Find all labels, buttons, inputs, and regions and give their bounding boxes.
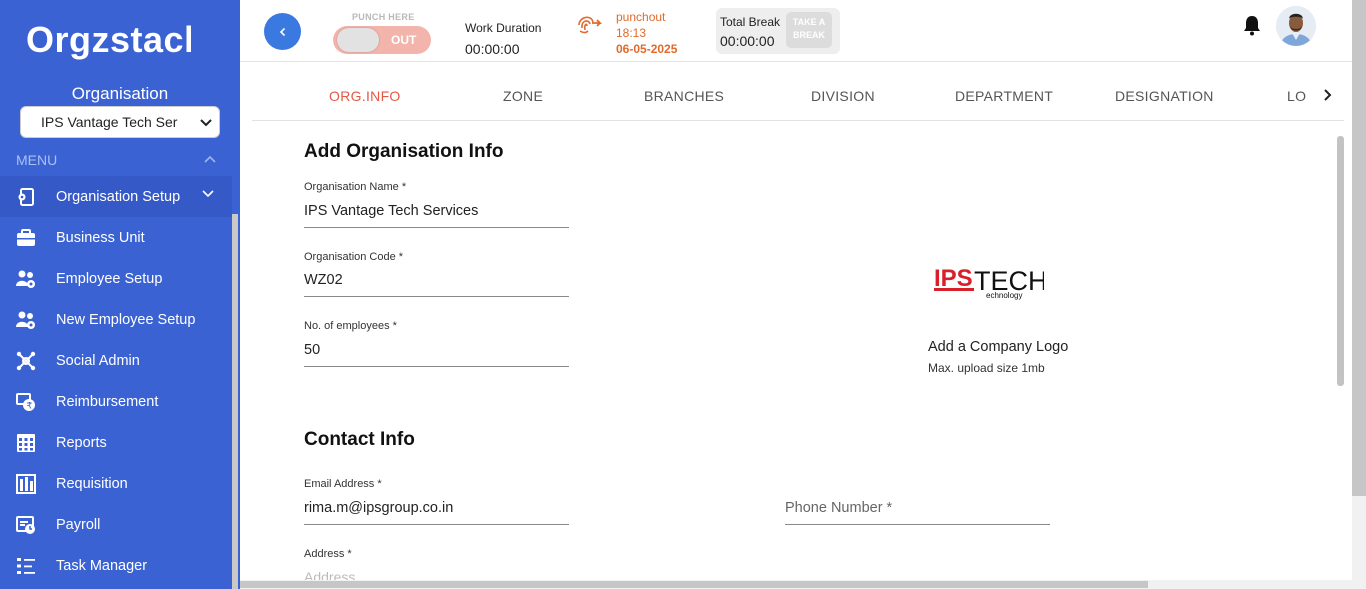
sidebar-item-label: New Employee Setup <box>56 311 196 328</box>
organisation-label: Organisation <box>71 84 169 103</box>
logo-underline <box>934 288 974 291</box>
tab-designation[interactable]: DESIGNATION <box>1115 88 1214 104</box>
chevron-down-icon <box>200 119 212 127</box>
sidebar: Orgzstack Organisation IPS Vantage Tech … <box>0 0 240 589</box>
content-scrollbar[interactable] <box>1337 136 1344 386</box>
sidebar-item-label: Reimbursement <box>56 393 159 410</box>
svg-text:₹: ₹ <box>27 402 33 412</box>
social-icon <box>16 351 36 371</box>
sidebar-item-label: Employee Setup <box>56 270 163 287</box>
sidebar-item-social-admin[interactable]: Social Admin <box>0 340 232 381</box>
sidebar-item-label: Requisition <box>56 475 128 492</box>
punch-toggle[interactable]: OUT <box>333 26 431 54</box>
menu-header-label: MENU <box>16 152 58 168</box>
punch-here-label: PUNCH HERE <box>352 12 415 22</box>
chevron-down-icon <box>202 190 214 198</box>
sidebar-item-reports[interactable]: Reports <box>0 422 232 463</box>
organisation-select-value: IPS Vantage Tech Ser <box>41 114 178 130</box>
sidebar-item-label: Reports <box>56 434 107 451</box>
user-avatar-icon <box>1276 6 1316 46</box>
email-label: Email Address * <box>304 478 382 490</box>
tab-org-info[interactable]: ORG.INFO <box>329 88 401 104</box>
app-logo[interactable]: Orgzstack <box>26 18 205 72</box>
users-gear-icon <box>16 311 35 329</box>
tab-branches[interactable]: BRANCHES <box>644 88 724 104</box>
sidebar-item-label: Social Admin <box>56 352 140 369</box>
briefcase-icon <box>17 229 35 246</box>
fingerprint-icon <box>578 16 602 34</box>
org-setup-icon <box>18 188 34 206</box>
sidebar-item-organisation-setup[interactable]: Organisation Setup <box>0 176 232 217</box>
sidebar-item-requisition[interactable]: Requisition <box>0 463 232 504</box>
page-scrollbar-thumb[interactable] <box>1352 0 1366 496</box>
sidebar-item-payroll[interactable]: Payroll <box>0 504 232 545</box>
total-break-panel: Total Break 00:00:00 TAKE A BREAK <box>716 8 840 54</box>
org-name-label: Organisation Name * <box>304 181 407 193</box>
punch-toggle-text: OUT <box>391 33 417 47</box>
org-name-field[interactable]: IPS Vantage Tech Services <box>304 203 569 228</box>
email-field[interactable]: rima.m@ipsgroup.co.in <box>304 500 569 525</box>
bell-icon[interactable] <box>1242 14 1262 36</box>
chevron-right-icon[interactable] <box>1318 86 1336 104</box>
employees-field[interactable]: 50 <box>304 342 569 367</box>
sidebar-item-label: Payroll <box>56 516 101 533</box>
logo-text: Orgzstack <box>26 19 191 60</box>
users-gear-icon <box>16 270 35 288</box>
address-label: Address * <box>304 548 352 560</box>
tab-zone[interactable]: ZONE <box>503 88 543 104</box>
sidebar-item-business-unit[interactable]: Business Unit <box>0 217 232 258</box>
reimbursement-icon: ₹ <box>16 393 35 412</box>
employees-label: No. of employees * <box>304 320 397 332</box>
company-logo-image[interactable]: IPS TECH echnology <box>932 262 1044 302</box>
orgzstack-logo: Orgzstack <box>26 19 205 60</box>
tab-division[interactable]: DIVISION <box>811 88 875 104</box>
sidebar-menu: Organisation Setup Business Unit Employe… <box>0 176 232 586</box>
take-break-line1: TAKE A <box>792 17 826 27</box>
add-logo-caption[interactable]: Add a Company Logo <box>928 339 1068 355</box>
sidebar-item-label: Organisation Setup <box>56 188 181 205</box>
punch-time: 18:13 <box>616 26 647 40</box>
punch-status: punchout <box>616 10 666 24</box>
task-icon <box>17 558 35 574</box>
logo-ips-text: IPS <box>934 265 973 292</box>
chevron-up-icon[interactable] <box>204 154 216 164</box>
requisition-icon <box>16 474 36 494</box>
sidebar-item-reimbursement[interactable]: ₹ Reimbursement <box>0 381 232 422</box>
punch-date: 06-05-2025 <box>616 42 678 56</box>
work-duration-label: Work Duration <box>465 21 542 35</box>
logo-technology-text: echnology <box>986 291 1022 300</box>
tab-bar: ORG.INFO ZONE BRANCHES DIVISION DEPARTME… <box>252 70 1344 121</box>
take-a-break-button[interactable]: TAKE A BREAK <box>786 12 832 48</box>
payroll-icon <box>16 516 35 534</box>
tab-location[interactable]: LO <box>1287 88 1306 104</box>
horizontal-scrollbar-thumb[interactable] <box>240 581 1148 588</box>
take-break-line2: BREAK <box>792 30 825 40</box>
punch-toggle-knob <box>337 28 379 52</box>
sidebar-scrollbar[interactable] <box>232 214 238 589</box>
org-code-field[interactable]: WZ02 <box>304 272 569 297</box>
org-code-label: Organisation Code * <box>304 251 404 263</box>
chevron-left-icon <box>279 27 285 36</box>
sidebar-item-new-employee-setup[interactable]: New Employee Setup <box>0 299 232 340</box>
sidebar-item-employee-setup[interactable]: Employee Setup <box>0 258 232 299</box>
tab-department[interactable]: DEPARTMENT <box>955 88 1053 104</box>
sidebar-item-task-manager[interactable]: Task Manager <box>0 545 232 586</box>
contact-info-title: Contact Info <box>304 429 415 450</box>
total-break-label: Total Break <box>720 15 781 29</box>
menu-header: MENU <box>16 152 216 168</box>
horizontal-scrollbar[interactable] <box>240 580 1352 589</box>
phone-field[interactable]: Phone Number * <box>785 500 1050 525</box>
work-duration-value: 00:00:00 <box>465 41 520 57</box>
org-info-title: Add Organisation Info <box>304 141 504 162</box>
page-scrollbar[interactable] <box>1352 0 1366 589</box>
sidebar-item-label: Task Manager <box>56 557 148 574</box>
back-button[interactable] <box>264 13 301 50</box>
avatar[interactable] <box>1276 6 1316 46</box>
total-break-value: 00:00:00 <box>720 33 775 49</box>
top-bar: PUNCH HERE OUT Work Duration 00:00:00 pu… <box>240 0 1366 62</box>
sidebar-item-label: Business Unit <box>56 229 145 246</box>
organisation-select[interactable]: IPS Vantage Tech Ser <box>20 106 220 138</box>
logo-size-hint: Max. upload size 1mb <box>928 361 1045 375</box>
reports-icon <box>17 434 35 452</box>
